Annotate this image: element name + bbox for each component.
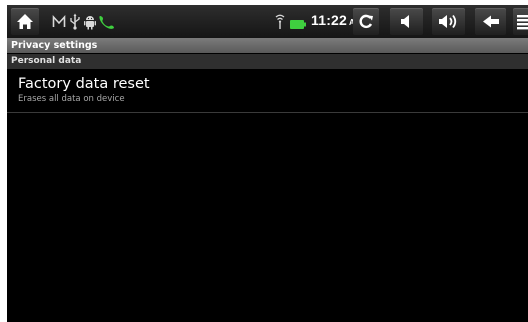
gmail-icon [52, 14, 66, 27]
home-button[interactable] [11, 8, 39, 35]
volume-down-icon [400, 15, 409, 28]
android-debug-icon [84, 16, 96, 30]
clock-time: 11:22 [311, 12, 348, 28]
phone-call-icon [99, 16, 114, 29]
usb-icon [70, 13, 80, 30]
preference-summary: Erases all data on device [18, 94, 125, 104]
rotate-button[interactable] [353, 8, 379, 35]
volume-up-icon [438, 14, 456, 29]
back-button[interactable] [475, 8, 506, 35]
wifi-signal-icon [275, 14, 285, 29]
device-screen: 11:22AM [7, 5, 528, 322]
title-bar: Privacy settings [7, 38, 528, 53]
status-bar: 11:22AM [7, 5, 528, 38]
battery-icon [290, 20, 306, 29]
rotate-icon [359, 14, 373, 29]
preference-title: Factory data reset [18, 76, 150, 92]
page-title: Privacy settings [11, 40, 98, 51]
menu-button[interactable] [513, 8, 528, 35]
factory-data-reset-item[interactable]: Factory data reset Erases all data on de… [7, 69, 528, 113]
volume-up-button[interactable] [432, 8, 465, 35]
list-divider [7, 112, 528, 113]
section-header-label: Personal data [11, 56, 82, 66]
volume-down-button[interactable] [390, 8, 423, 35]
menu-icon [517, 15, 528, 30]
back-icon [482, 15, 499, 28]
section-header: Personal data [7, 54, 528, 69]
home-icon [17, 14, 33, 29]
